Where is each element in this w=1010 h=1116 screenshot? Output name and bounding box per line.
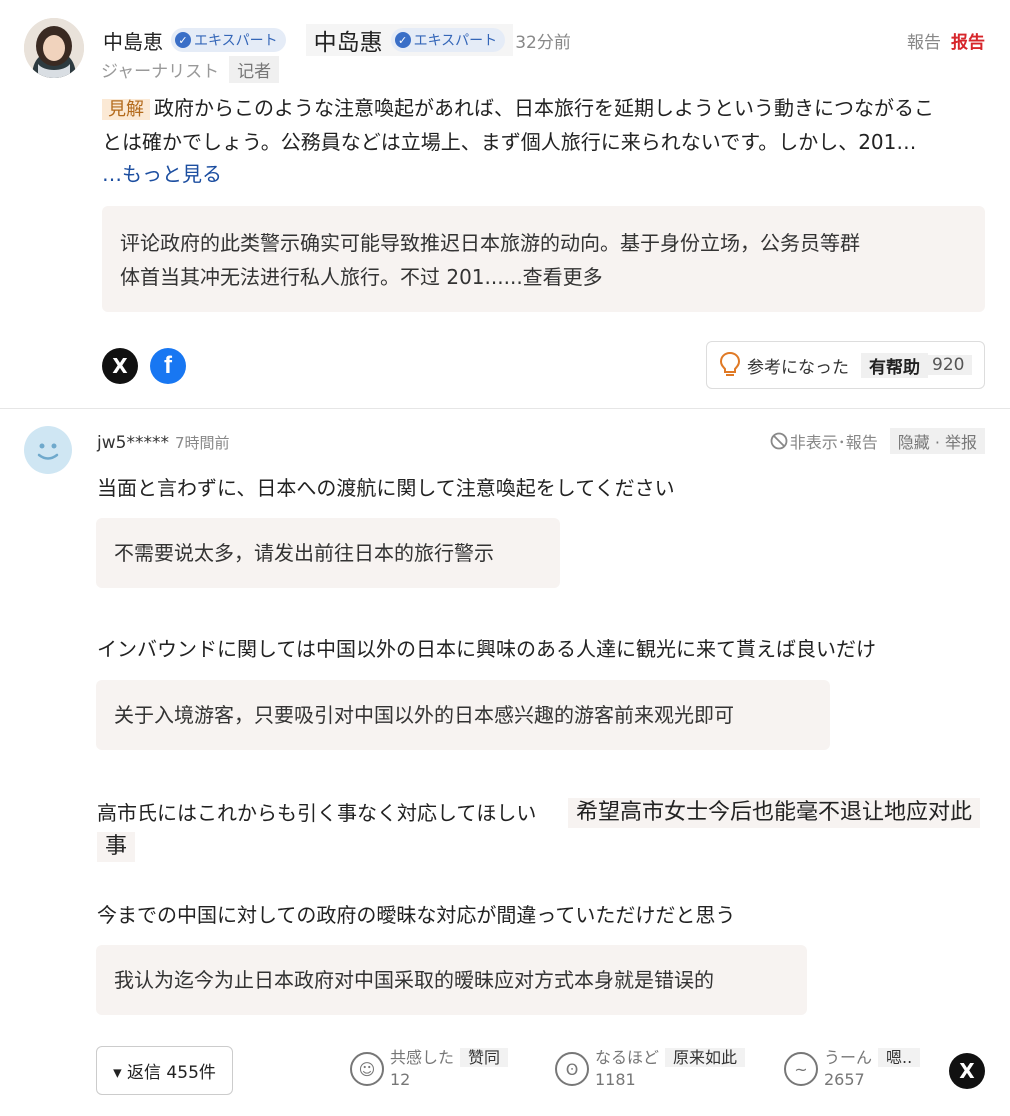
expert-badge-label: エキスパート: [413, 33, 498, 49]
comment-translation-inline: 希望高市女士今后也能毫不退让地应对此: [568, 798, 981, 828]
reaction-label-translation: 嗯..: [878, 1048, 921, 1067]
expert-avatar[interactable]: [24, 18, 84, 78]
x-logo-icon: X: [112, 354, 128, 378]
user-avatar: [24, 426, 72, 474]
hide-report-link[interactable]: 非表示･報告: [790, 429, 878, 453]
report-link[interactable]: 報告: [907, 28, 941, 53]
hide-icon: [770, 432, 788, 450]
helpful-button[interactable]: 参考になった 有帮助 920: [706, 341, 985, 389]
comment-translation: 不需要说太多，请发出前往日本的旅行警示: [114, 541, 494, 565]
expert-badge-translated: ✓ エキスパート: [390, 28, 506, 52]
hide-report-translation[interactable]: 隐藏 · 举报: [889, 428, 985, 454]
report-link-translation[interactable]: 报告: [951, 28, 985, 53]
x-logo-icon: X: [959, 1059, 975, 1083]
helpful-count: 920: [928, 355, 973, 375]
expert-translation-box: 评论政府的此类警示确实可能导致推迟日本旅游的动向。基于身份立场，公务员等群 体首…: [102, 206, 985, 312]
comment-translation: 我认为迄今为止日本政府对中国采取的暧昧应对方式本身就是错误的: [114, 968, 714, 992]
comment-paragraph: 今までの中国に対しての政府の曖昧な対応が間違っていただけだと思う: [97, 903, 736, 927]
reply-button[interactable]: ▾ 返信 455件: [96, 1046, 233, 1095]
opinion-tag: 見解: [102, 99, 150, 120]
expert-body-line: 政府からこのような注意喚起があれば、日本旅行を延期しようという動きにつながるこ: [154, 96, 934, 120]
reaction-naruhodo[interactable]: ʘ なるほど 原来如此 1181: [555, 1046, 746, 1089]
helpful-label-translation: 有帮助: [861, 352, 928, 378]
see-more-link[interactable]: …もっと見る: [102, 158, 987, 190]
reaction-empathy[interactable]: ☺ 共感した 赞同 12: [350, 1046, 509, 1089]
share-x-button-footer[interactable]: X: [949, 1053, 985, 1089]
expert-badge-label: エキスパート: [194, 33, 278, 49]
reaction-uun[interactable]: ~ うーん 嗯.. 2657: [784, 1046, 921, 1089]
verified-check-icon: ✓: [175, 32, 191, 48]
reaction-label-translation: 赞同: [460, 1048, 509, 1067]
expert-time: 32分前: [515, 32, 571, 53]
share-facebook-button[interactable]: f: [150, 348, 186, 384]
reaction-label: うーん: [824, 1048, 873, 1067]
comment-translation-box: 关于入境游客，只要吸引对中国以外的日本感兴趣的游客前来观光即可: [96, 680, 830, 750]
comment-paragraph: インバウンドに関しては中国以外の日本に興味のある人達に観光に来て貰えば良いだけ: [97, 637, 876, 661]
expert-body-line2: とは確かでしょう。公務員などは立場上、まず個人旅行に来られないです。しかし、20…: [102, 130, 917, 154]
surprised-face-icon: ʘ: [555, 1052, 589, 1086]
facebook-logo-icon: f: [164, 352, 172, 379]
expert-name[interactable]: 中島恵: [103, 26, 163, 55]
expert-role: ジャーナリスト: [101, 62, 220, 82]
expert-translation-header: 中岛惠 ✓ エキスパート: [305, 24, 514, 56]
comment-translation-inline: 事: [97, 832, 136, 862]
comment-translation-box: 不需要说太多，请发出前往日本的旅行警示: [96, 518, 560, 588]
comment-translation: 关于入境游客，只要吸引对中国以外的日本感兴趣的游客前来观光即可: [114, 703, 734, 727]
comment-paragraph: 当面と言わずに、日本への渡航に関して注意喚起をしてください: [97, 476, 675, 500]
expert-badge: ✓ エキスパート: [171, 28, 286, 52]
confused-face-icon: ~: [784, 1052, 818, 1086]
smile-face-icon: ☺: [350, 1052, 384, 1086]
reaction-count: 1181: [595, 1070, 636, 1089]
helpful-label: 参考になった: [747, 357, 849, 378]
expert-translation-line: 评论政府的此类警示确实可能导致推迟日本旅游的动向。基于身份立场，公务员等群: [120, 231, 860, 255]
user-time: 7時間前: [174, 434, 230, 452]
expert-name-translation: 中岛惠: [313, 30, 383, 56]
verified-check-icon: ✓: [394, 32, 411, 48]
lightbulb-icon: [719, 351, 741, 379]
reaction-label-translation: 原来如此: [665, 1048, 746, 1067]
reaction-count: 2657: [824, 1070, 865, 1089]
reaction-count: 12: [390, 1070, 411, 1089]
comment-divider: [0, 408, 1010, 409]
reaction-label: なるほど: [595, 1048, 660, 1067]
reaction-label: 共感した: [390, 1048, 455, 1067]
user-name[interactable]: jw5*****: [97, 433, 169, 453]
share-x-button[interactable]: X: [102, 348, 138, 384]
expert-body: 見解 政府からこのような注意喚起があれば、日本旅行を延期しようという動きにつながる…: [102, 92, 987, 126]
comment-translation-box: 我认为迄今为止日本政府对中国采取的暧昧应对方式本身就是错误的: [96, 945, 807, 1015]
expert-role-translation: 记者: [229, 56, 280, 83]
expert-translation-line: 体首当其冲无法进行私人旅行。不过 201......查看更多: [120, 265, 603, 289]
comment-paragraph: 高市氏にはこれからも引く事なく対応してほしい: [97, 801, 537, 825]
